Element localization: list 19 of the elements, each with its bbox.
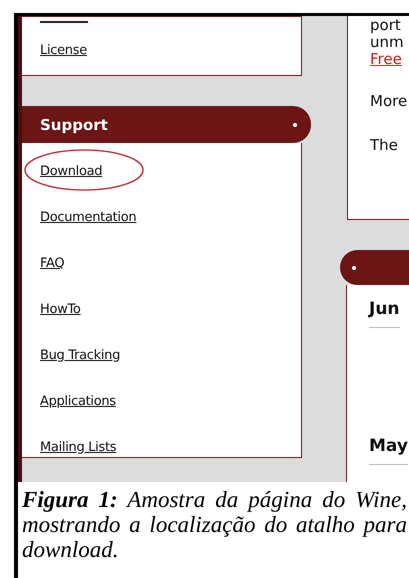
dot-icon [293,122,297,126]
sidebar-link[interactable]: FAQ [40,256,64,271]
dot-icon [352,266,356,270]
sidebar-link[interactable]: HowTo [40,302,81,317]
section-title: Support [40,116,108,134]
news-heading: May [369,436,408,465]
sidebar-link[interactable]: License [40,43,301,58]
body-text: port [370,17,402,34]
figure-caption: Figura 1: Amostra da página do Wine, mostrando a localização do atalho para download. [21,486,408,562]
body-text: unm [370,34,405,51]
text-link[interactable]: Free [370,51,409,68]
sidebar-link[interactable]: Documentation [40,210,136,225]
sidebar-link[interactable]: Bug Tracking [40,348,120,363]
news-heading: Jun [369,299,400,328]
sidebar-link[interactable]: Mailing Lists [40,440,116,455]
body-text: The [370,136,399,154]
sidebar-link[interactable]: Download [40,164,102,179]
sidebar-link[interactable]: Applications [40,394,116,409]
body-text: More [370,92,408,110]
